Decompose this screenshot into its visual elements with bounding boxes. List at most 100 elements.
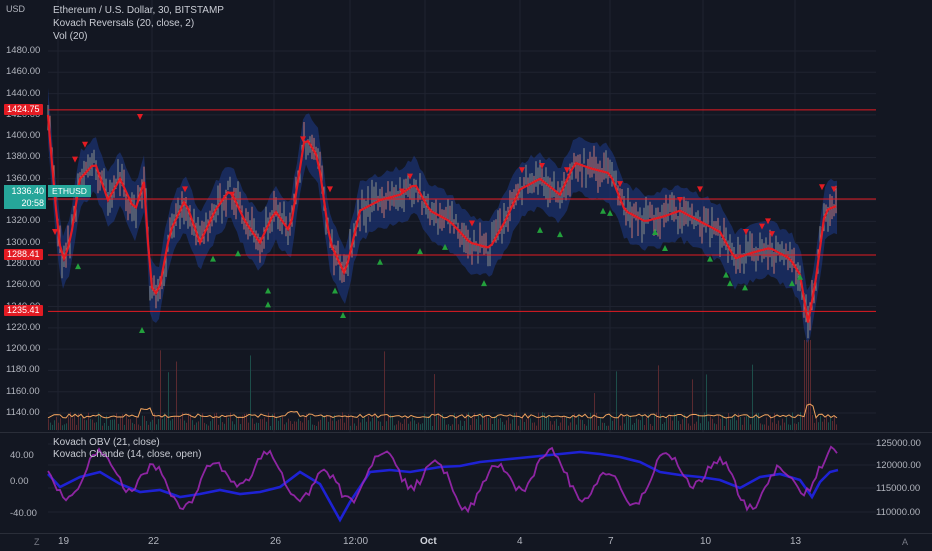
volume-bar xyxy=(238,417,239,430)
volume-bar xyxy=(150,421,151,430)
volume-bar xyxy=(260,419,261,430)
volume-bar xyxy=(708,421,709,430)
volume-bar xyxy=(208,425,209,430)
volume-bar xyxy=(186,422,187,430)
volume-bar xyxy=(344,422,345,430)
volume-bar xyxy=(746,415,747,430)
volume-bar xyxy=(568,425,569,430)
volume-bar xyxy=(374,413,375,430)
indicator-obv-label[interactable]: Kovach OBV (21, close) xyxy=(53,437,201,449)
volume-bar xyxy=(776,423,777,430)
volume-bar xyxy=(614,418,615,430)
volume-bar xyxy=(322,414,323,430)
volume-bar xyxy=(406,416,407,430)
volume-bar xyxy=(450,425,451,430)
volume-bar xyxy=(580,419,581,430)
auto-scale-toggle[interactable]: A xyxy=(902,537,908,547)
volume-bar xyxy=(634,422,635,430)
buy-marker xyxy=(417,248,423,255)
volume-bar xyxy=(586,425,587,430)
volume-bar xyxy=(754,415,755,430)
volume-bar xyxy=(356,425,357,430)
price-chart[interactable] xyxy=(0,0,932,432)
volume-bar xyxy=(772,422,773,430)
volume-bar xyxy=(426,417,427,430)
volume-bar xyxy=(562,416,563,430)
price-tick: 1360.00 xyxy=(6,172,41,184)
volume-bar xyxy=(682,419,683,430)
volume-bar xyxy=(174,415,175,430)
zoom-toggle[interactable]: Z xyxy=(34,537,40,547)
volume-bar xyxy=(578,414,579,430)
volume-bar xyxy=(206,424,207,430)
volume-bar xyxy=(736,420,737,430)
currency-label: USD xyxy=(6,4,26,14)
volume-bar xyxy=(222,422,223,430)
volume-bar xyxy=(546,416,547,430)
volume-bar xyxy=(200,415,201,430)
volume-bar xyxy=(218,424,219,430)
volume-bar xyxy=(134,424,135,430)
volume-bar xyxy=(126,414,127,430)
volume-bar xyxy=(504,424,505,430)
volume-bar xyxy=(102,425,103,430)
volume-bar xyxy=(702,415,703,430)
volume-bar xyxy=(258,422,259,430)
volume-bar xyxy=(830,416,831,430)
price-tick: 1320.00 xyxy=(6,215,41,227)
indicator-volume-label[interactable]: Vol (20) xyxy=(53,30,224,43)
volume-bar xyxy=(340,418,341,430)
volume-bar xyxy=(688,423,689,430)
volume-bar xyxy=(220,415,221,430)
buy-marker xyxy=(265,287,271,294)
volume-bar xyxy=(380,421,381,430)
volume-bar xyxy=(230,412,231,430)
volume-bar xyxy=(114,419,115,430)
volume-bar xyxy=(790,424,791,430)
time-tick: 7 xyxy=(608,536,614,547)
volume-bar xyxy=(226,414,227,430)
symbol-title[interactable]: Ethereum / U.S. Dollar, 30, BITSTAMP xyxy=(53,4,224,17)
volume-bar xyxy=(192,420,193,430)
volume-bar xyxy=(650,423,651,430)
volume-bar xyxy=(194,424,195,430)
volume-bar xyxy=(304,417,305,430)
volume-bar xyxy=(806,340,807,430)
volume-bar xyxy=(514,412,515,430)
volume-bar xyxy=(178,416,179,430)
volume-bar xyxy=(214,413,215,430)
volume-bar xyxy=(472,417,473,430)
volume-bar xyxy=(392,415,393,430)
price-tick: 1440.00 xyxy=(6,87,41,99)
volume-bar xyxy=(612,420,613,430)
volume-bar xyxy=(520,419,521,430)
volume-bar xyxy=(604,422,605,430)
volume-bar xyxy=(452,424,453,430)
volume-bar xyxy=(556,418,557,430)
volume-bar xyxy=(800,412,801,430)
volume-bar xyxy=(502,421,503,430)
volume-bar xyxy=(254,423,255,430)
volume-bar xyxy=(76,424,77,430)
volume-bar xyxy=(506,420,507,430)
indicator-right-tick: 110000.00 xyxy=(876,507,921,518)
volume-bar xyxy=(358,418,359,430)
volume-bar xyxy=(116,413,117,430)
indicator-reversals-label[interactable]: Kovach Reversals (20, close, 2) xyxy=(53,17,224,30)
price-tick: 1160.00 xyxy=(6,385,40,397)
volume-bar xyxy=(774,413,775,430)
volume-bar xyxy=(696,421,697,430)
volume-bar xyxy=(458,424,459,430)
volume-bar xyxy=(598,425,599,430)
buy-marker xyxy=(557,231,563,238)
volume-bar xyxy=(632,424,633,430)
sell-marker xyxy=(72,156,78,163)
volume-bar xyxy=(248,422,249,430)
volume-bar xyxy=(836,424,837,430)
volume-bar xyxy=(666,417,667,430)
indicator-chande-label[interactable]: Kovach Chande (14, close, open) xyxy=(53,449,201,461)
volume-bar xyxy=(700,423,701,430)
volume-bar xyxy=(626,416,627,430)
volume-bar xyxy=(170,420,171,430)
volume-bar xyxy=(810,340,811,430)
